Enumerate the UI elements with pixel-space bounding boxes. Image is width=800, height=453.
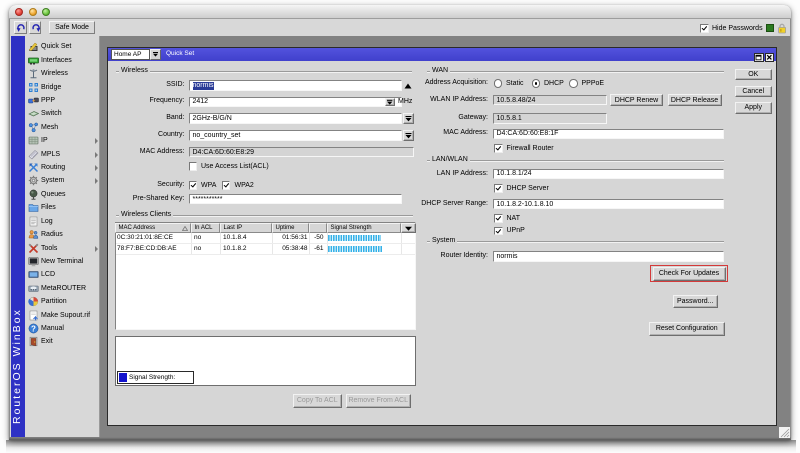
svg-text:?: ? bbox=[31, 324, 36, 333]
